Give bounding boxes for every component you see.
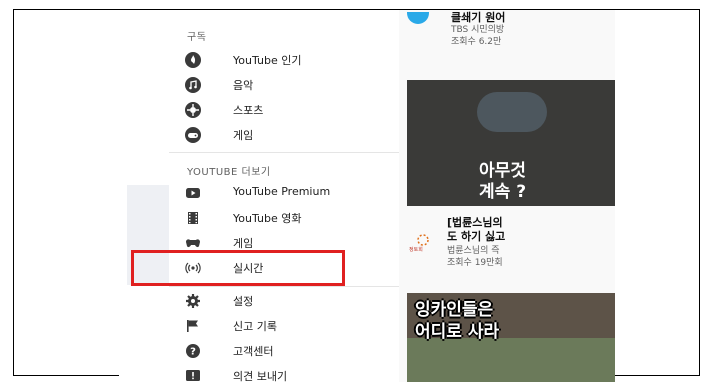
feedback-icon <box>186 370 200 381</box>
sidebar-item-movies[interactable]: YouTube 영화 <box>169 206 399 230</box>
youtube-premium-icon <box>186 188 200 198</box>
video-title[interactable]: 도 하기 싫고 <box>447 228 505 244</box>
sidebar-item-label: YouTube Premium <box>233 185 331 198</box>
music-icon <box>185 77 201 93</box>
divider <box>169 286 399 287</box>
svg-text:?: ? <box>190 347 196 358</box>
sidebar-item-label: 게임 <box>233 129 254 142</box>
sidebar-item-label: 게임 <box>233 237 254 250</box>
sidebar-item-premium[interactable]: YouTube Premium <box>169 181 399 205</box>
thumbnail-caption: 어디로 사라 <box>415 322 500 342</box>
channel-logo-text: 정토회 <box>409 247 423 253</box>
divider <box>169 152 399 153</box>
sidebar-item-label: 의견 보내기 <box>233 370 288 382</box>
sidebar-item-gaming[interactable]: 게임 <box>169 123 399 147</box>
movies-icon <box>188 212 198 224</box>
video-feed: 클쇄기 원어 TBS 시민의방 조회수 6.2만 아무것 계속 ? 정토회 [법… <box>399 10 615 382</box>
thumbnail-graphic <box>477 92 547 132</box>
sidebar-item-label: YouTube 인기 <box>233 54 302 67</box>
sidebar-item-help[interactable]: ? 고객센터 <box>169 339 399 363</box>
highlight-box <box>131 250 345 286</box>
sidebar-item-trending[interactable]: YouTube 인기 <box>169 48 399 72</box>
channel-avatar[interactable] <box>407 12 429 24</box>
guide-sidebar: 구독 YouTube 인기 음악 스포츠 게임 YOUTUBE 더보기 YouT… <box>169 10 399 382</box>
sidebar-item-label: 스포츠 <box>233 104 264 117</box>
left-gap <box>119 10 169 382</box>
subscriptions-heading: 구독 <box>187 32 207 43</box>
sidebar-item-sports[interactable]: 스포츠 <box>169 98 399 122</box>
gaming-icon <box>185 127 201 143</box>
gear-icon <box>186 294 200 308</box>
video-thumbnail[interactable]: 아무것 계속 ? <box>407 80 615 206</box>
sidebar-item-settings[interactable]: 설정 <box>169 289 399 313</box>
more-heading: YOUTUBE 더보기 <box>187 167 271 178</box>
sidebar-item-label: 음악 <box>233 79 254 92</box>
video-views: 조회수 19만회 <box>447 258 503 268</box>
sidebar-item-feedback[interactable]: 의견 보내기 <box>169 364 399 382</box>
sidebar-item-label: 설정 <box>233 295 254 308</box>
channel-avatar[interactable]: 정토회 <box>409 232 433 253</box>
flag-icon <box>187 320 198 332</box>
channel-logo-icon <box>417 234 429 246</box>
sidebar-item-label: YouTube 영화 <box>233 212 302 225</box>
sidebar-item-music[interactable]: 음악 <box>169 73 399 97</box>
sidebar-item-label: 고객센터 <box>233 345 274 358</box>
help-icon: ? <box>186 344 200 358</box>
trending-icon <box>185 52 201 68</box>
sports-icon <box>185 102 201 118</box>
thumbnail-caption: 계속 ? <box>479 182 527 202</box>
gaming-icon <box>186 239 200 248</box>
youtube-window: 구독 YouTube 인기 음악 스포츠 게임 YOUTUBE 더보기 YouT… <box>119 10 615 382</box>
sidebar-item-label: 신고 기록 <box>233 320 277 333</box>
sidebar-item-report-history[interactable]: 신고 기록 <box>169 314 399 338</box>
video-thumbnail[interactable]: 잉카인들은 어디로 사라 <box>407 293 615 382</box>
thumbnail-graphic <box>407 338 615 382</box>
video-views: 조회수 6.2만 <box>451 37 502 47</box>
